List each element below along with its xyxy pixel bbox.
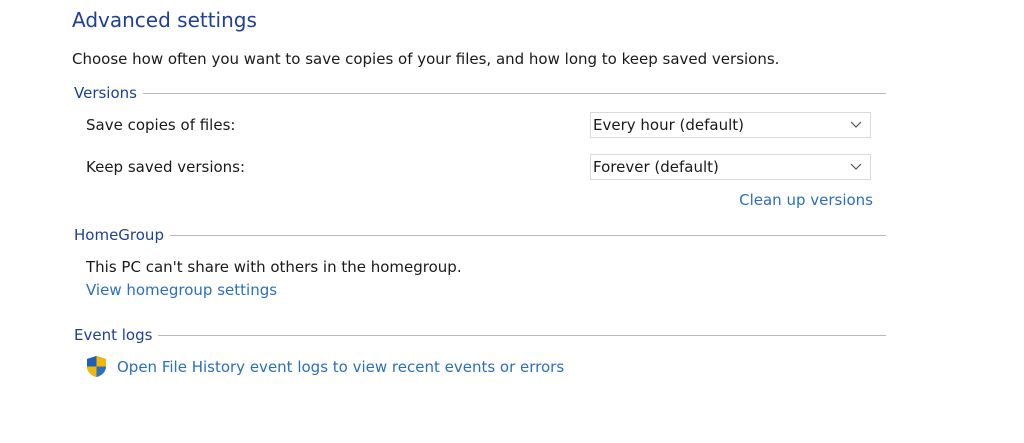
section-divider — [169, 234, 886, 236]
chevron-down-icon — [848, 159, 864, 175]
event-logs-section-header: Event logs — [74, 325, 886, 345]
event-logs-heading: Event logs — [74, 326, 153, 344]
versions-section-header: Versions — [74, 83, 886, 103]
page-title: Advanced settings — [72, 8, 257, 32]
advanced-settings-page: Advanced settings Choose how often you w… — [0, 0, 1024, 443]
versions-heading: Versions — [74, 84, 137, 102]
keep-versions-label: Keep saved versions: — [86, 158, 246, 176]
chevron-down-icon — [848, 117, 864, 133]
keep-versions-dropdown[interactable]: Forever (default) — [590, 154, 871, 180]
view-homegroup-settings-link[interactable]: View homegroup settings — [86, 281, 277, 299]
open-event-logs-link[interactable]: Open File History event logs to view rec… — [117, 358, 564, 376]
clean-up-versions-link[interactable]: Clean up versions — [739, 191, 873, 209]
section-divider — [142, 92, 886, 94]
save-copies-dropdown[interactable]: Every hour (default) — [590, 112, 871, 138]
section-divider — [158, 334, 886, 336]
save-copies-value: Every hour (default) — [593, 116, 745, 134]
save-copies-label: Save copies of files: — [86, 116, 236, 134]
homegroup-status-text: This PC can't share with others in the h… — [86, 258, 462, 276]
uac-shield-icon — [87, 356, 106, 377]
page-description: Choose how often you want to save copies… — [72, 50, 780, 68]
homegroup-section-header: HomeGroup — [74, 225, 886, 245]
homegroup-heading: HomeGroup — [74, 226, 164, 244]
keep-versions-value: Forever (default) — [593, 158, 719, 176]
